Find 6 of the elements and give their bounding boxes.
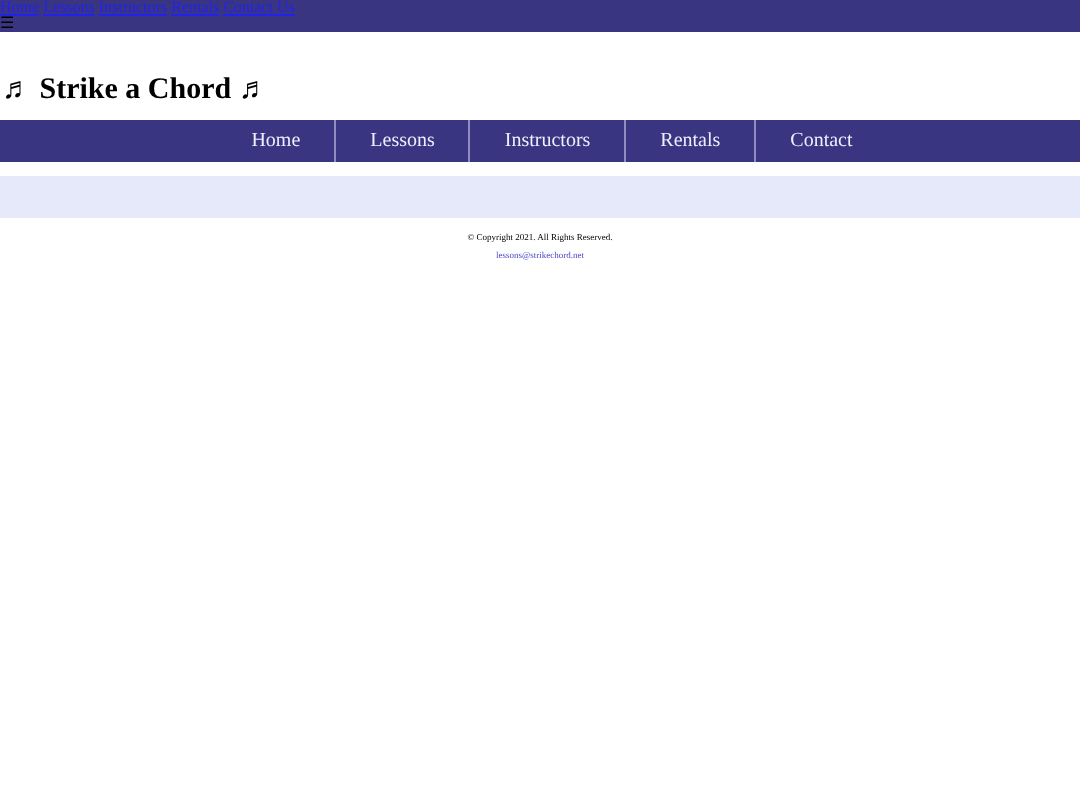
nav-link[interactable]: Lessons: [334, 120, 469, 162]
nav-link[interactable]: Contact: [754, 120, 887, 162]
nav-link[interactable]: Instructors: [468, 120, 625, 162]
site-title: ♬ Strike a Chord ♬: [0, 72, 271, 110]
nav-link[interactable]: Rentals: [624, 120, 755, 162]
nav-link[interactable]: Home: [217, 120, 335, 162]
